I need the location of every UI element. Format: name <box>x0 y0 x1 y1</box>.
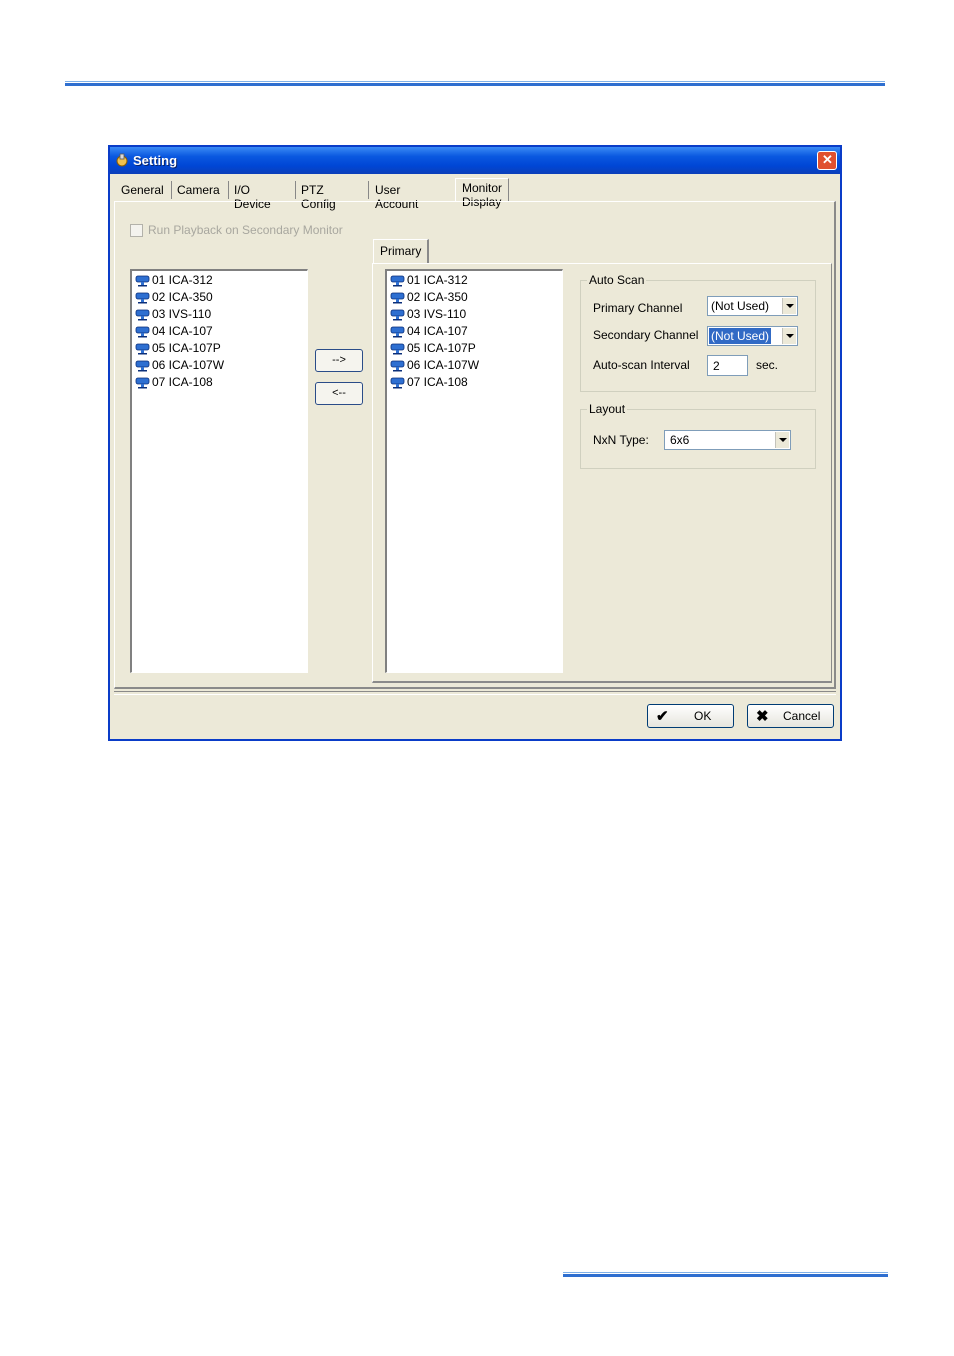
primary-channel-label: Primary Channel <box>593 301 683 315</box>
camera-name: 05 ICA-107P <box>152 341 221 355</box>
camera-icon <box>135 343 150 355</box>
setting-app-icon <box>116 153 128 167</box>
footer-divider <box>114 691 836 695</box>
auto-scan-group: Auto Scan Primary Channel (Not Used) Sec… <box>580 273 816 392</box>
list-item[interactable]: 01 ICA-312 <box>132 272 307 289</box>
close-button[interactable]: ✕ <box>817 151 837 170</box>
camera-name: 04 ICA-107 <box>152 324 213 338</box>
camera-icon <box>135 377 150 389</box>
list-item[interactable]: 04 ICA-107 <box>387 323 562 340</box>
camera-name: 01 ICA-312 <box>407 273 468 287</box>
tab-separator <box>171 181 172 199</box>
camera-icon <box>390 292 405 304</box>
chevron-down-icon[interactable] <box>782 328 796 344</box>
tab-monitor-display[interactable]: Monitor Display <box>455 178 510 209</box>
list-item[interactable]: 02 ICA-350 <box>387 289 562 306</box>
setting-window: Setting ✕ General Camera I/O Device PTZ … <box>108 145 842 741</box>
primary-channel-value: (Not Used) <box>711 299 770 313</box>
chevron-down-icon[interactable] <box>782 298 796 314</box>
available-camera-list[interactable]: 01 ICA-312 02 ICA-350 03 IVS-110 04 ICA-… <box>130 269 308 673</box>
auto-scan-interval-value: 2 <box>713 359 720 373</box>
secondary-channel-select[interactable]: (Not Used) <box>707 326 798 346</box>
tab-separator <box>228 181 229 199</box>
camera-name: 03 IVS-110 <box>152 307 212 321</box>
camera-icon <box>390 343 405 355</box>
camera-icon <box>390 309 405 321</box>
camera-name: 07 ICA-108 <box>152 375 213 389</box>
title-bar[interactable]: Setting ✕ <box>110 147 840 174</box>
layout-group: Layout NxN Type: 6x6 <box>580 402 816 469</box>
camera-icon <box>390 275 405 287</box>
add-camera-button[interactable]: --> <box>315 349 363 372</box>
camera-name: 06 ICA-107W <box>152 358 225 372</box>
list-item[interactable]: 02 ICA-350 <box>132 289 307 306</box>
camera-name: 06 ICA-107W <box>407 358 480 372</box>
camera-icon <box>135 309 150 321</box>
secondary-channel-value: (Not Used) <box>709 328 772 344</box>
primary-camera-list[interactable]: 01 ICA-312 02 ICA-350 03 IVS-110 04 ICA-… <box>385 269 563 673</box>
ok-label: OK <box>694 709 712 723</box>
check-icon: ✔ <box>656 708 669 725</box>
camera-icon <box>135 360 150 372</box>
nxn-type-label: NxN Type: <box>593 433 649 447</box>
interval-unit-label: sec. <box>756 358 779 372</box>
tab-general[interactable]: General <box>121 181 164 197</box>
auto-scan-interval-input[interactable]: 2 <box>707 355 748 376</box>
camera-icon <box>390 377 405 389</box>
cancel-button[interactable]: ✖ Cancel <box>747 704 834 728</box>
list-item[interactable]: 05 ICA-107P <box>132 340 307 357</box>
run-playback-checkbox[interactable] <box>130 224 143 237</box>
header-rule <box>65 81 885 86</box>
list-item[interactable]: 01 ICA-312 <box>387 272 562 289</box>
list-item[interactable]: 07 ICA-108 <box>387 374 562 391</box>
camera-icon <box>135 326 150 338</box>
list-item[interactable]: 06 ICA-107W <box>132 357 307 374</box>
camera-icon <box>135 275 150 287</box>
camera-name: 03 IVS-110 <box>407 307 467 321</box>
auto-scan-title: Auto Scan <box>587 273 647 287</box>
chevron-down-icon[interactable] <box>775 432 789 448</box>
close-icon: ✖ <box>756 708 769 725</box>
camera-name: 04 ICA-107 <box>407 324 468 338</box>
primary-channel-select[interactable]: (Not Used) <box>707 296 798 316</box>
camera-name: 07 ICA-108 <box>407 375 468 389</box>
list-item[interactable]: 07 ICA-108 <box>132 374 307 391</box>
remove-camera-button[interactable]: <-- <box>315 382 363 405</box>
tab-primary[interactable]: Primary <box>373 239 430 264</box>
tab-separator <box>368 181 369 199</box>
camera-name: 02 ICA-350 <box>152 290 213 304</box>
close-icon: ✕ <box>822 152 833 167</box>
camera-icon <box>390 326 405 338</box>
nxn-type-value: 6x6 <box>670 433 690 447</box>
cancel-label: Cancel <box>783 709 821 723</box>
list-item[interactable]: 03 IVS-110 <box>132 306 307 323</box>
tab-camera[interactable]: Camera <box>177 181 220 197</box>
list-item[interactable]: 04 ICA-107 <box>132 323 307 340</box>
footer-rule <box>563 1272 888 1277</box>
nxn-type-select[interactable]: 6x6 <box>664 430 791 450</box>
camera-name: 05 ICA-107P <box>407 341 476 355</box>
list-item[interactable]: 06 ICA-107W <box>387 357 562 374</box>
auto-scan-interval-label: Auto-scan Interval <box>593 358 690 372</box>
secondary-channel-label: Secondary Channel <box>593 328 699 342</box>
window-title: Setting <box>133 153 178 168</box>
camera-icon <box>390 360 405 372</box>
list-item[interactable]: 03 IVS-110 <box>387 306 562 323</box>
ok-button[interactable]: ✔ OK <box>647 704 734 728</box>
camera-icon <box>135 292 150 304</box>
camera-name: 02 ICA-350 <box>407 290 468 304</box>
layout-title: Layout <box>587 402 628 416</box>
list-item[interactable]: 05 ICA-107P <box>387 340 562 357</box>
run-playback-label: Run Playback on Secondary Monitor <box>148 223 343 237</box>
camera-name: 01 ICA-312 <box>152 273 213 287</box>
tab-separator <box>295 181 296 199</box>
